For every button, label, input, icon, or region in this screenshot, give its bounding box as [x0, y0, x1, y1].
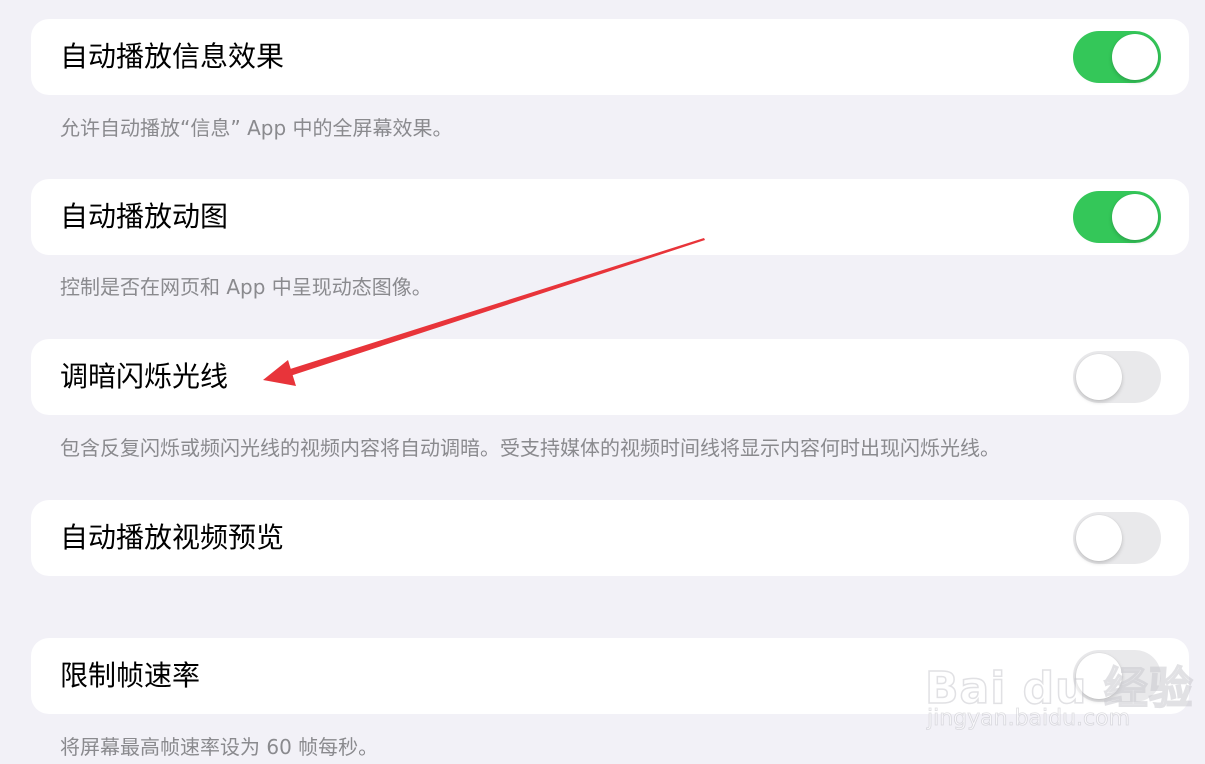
autoplay-animated-images-toggle[interactable]	[1073, 191, 1161, 243]
setting-row-dim-flashing-lights[interactable]: 调暗闪烁光线	[31, 339, 1189, 415]
limit-frame-rate-toggle[interactable]	[1073, 650, 1161, 702]
toggle-knob	[1076, 515, 1122, 561]
setting-label: 自动播放视频预览	[60, 521, 285, 554]
setting-row-limit-frame-rate[interactable]: 限制帧速率	[31, 638, 1189, 714]
setting-description: 允许自动播放“信息” App 中的全屏幕效果。	[60, 116, 453, 140]
setting-description: 将屏幕最高帧速率设为 60 帧每秒。	[60, 735, 379, 759]
setting-row-autoplay-message-effects[interactable]: 自动播放信息效果	[31, 19, 1189, 95]
setting-description: 包含反复闪烁或频闪光线的视频内容将自动调暗。受支持媒体的视频时间线将显示内容何时…	[60, 436, 1000, 460]
toggle-knob	[1112, 34, 1158, 80]
autoplay-message-effects-toggle[interactable]	[1073, 31, 1161, 83]
toggle-knob	[1076, 354, 1122, 400]
setting-row-autoplay-animated-images[interactable]: 自动播放动图	[31, 179, 1189, 255]
autoplay-video-previews-toggle[interactable]	[1073, 512, 1161, 564]
setting-description: 控制是否在网页和 App 中呈现动态图像。	[60, 275, 432, 299]
setting-label: 调暗闪烁光线	[60, 360, 229, 393]
setting-label: 自动播放动图	[60, 200, 229, 233]
toggle-knob	[1076, 653, 1122, 699]
dim-flashing-lights-toggle[interactable]	[1073, 351, 1161, 403]
setting-label: 自动播放信息效果	[60, 40, 285, 73]
setting-label: 限制帧速率	[60, 659, 201, 692]
toggle-knob	[1112, 194, 1158, 240]
setting-row-autoplay-video-previews[interactable]: 自动播放视频预览	[31, 500, 1189, 576]
